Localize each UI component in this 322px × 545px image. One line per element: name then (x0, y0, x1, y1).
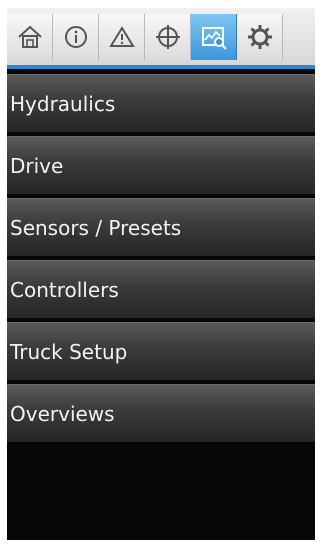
chart-search-icon (201, 27, 227, 50)
tab-warning[interactable] (99, 14, 145, 60)
home-icon (17, 25, 42, 48)
menu-item-label: Controllers (10, 277, 119, 302)
tab-home[interactable] (7, 14, 53, 60)
menu-item-sensors-presets[interactable]: Sensors / Presets (7, 198, 315, 256)
menu-item-label: Sensors / Presets (10, 215, 182, 240)
warning-icon (108, 26, 135, 47)
menu-list: Hydraulics Drive Sensors / Presets Contr… (7, 74, 315, 446)
menu-item-label: Hydraulics (10, 91, 116, 116)
menu-item-controllers[interactable]: Controllers (7, 260, 315, 318)
tab-crosshair[interactable] (145, 14, 191, 60)
device-screen: Hydraulics Drive Sensors / Presets Contr… (7, 8, 315, 540)
tab-diagnostics[interactable] (191, 14, 237, 60)
menu-item-drive[interactable]: Drive (7, 136, 315, 194)
info-icon (64, 26, 87, 48)
menu-item-hydraulics[interactable]: Hydraulics (7, 74, 315, 132)
crosshair-icon (155, 25, 180, 49)
tab-info[interactable] (53, 14, 99, 60)
gear-icon (247, 25, 272, 49)
toolbar (7, 8, 315, 69)
tab-settings[interactable] (237, 14, 283, 60)
menu-item-label: Truck Setup (10, 339, 128, 364)
menu-item-label: Drive (10, 153, 64, 178)
menu-item-truck-setup[interactable]: Truck Setup (7, 322, 315, 380)
toolbar-underline (7, 65, 315, 69)
menu-item-overviews[interactable]: Overviews (7, 384, 315, 442)
menu-item-label: Overviews (10, 401, 115, 426)
